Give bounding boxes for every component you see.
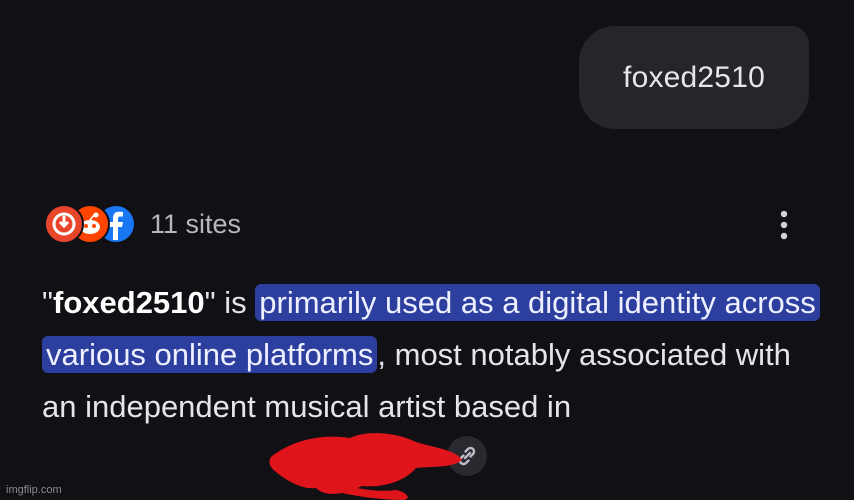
answer-is: " is — [204, 285, 256, 320]
sources-button[interactable]: 11 sites — [44, 202, 241, 246]
open-quote: " — [42, 285, 54, 320]
sources-count-label: 11 sites — [150, 208, 242, 239]
user-query-text: foxed2510 — [623, 60, 765, 94]
user-query-bubble: foxed2510 — [579, 26, 809, 129]
red-scribble-redaction — [269, 433, 462, 500]
more-options-icon[interactable] — [772, 207, 796, 243]
ai-answer-paragraph: "foxed2510" is primarily used as a digit… — [42, 277, 832, 433]
watermark: imgflip.com — [6, 484, 62, 496]
search-term: foxed2510 — [53, 285, 205, 320]
red-circle-logo-icon — [44, 204, 84, 244]
